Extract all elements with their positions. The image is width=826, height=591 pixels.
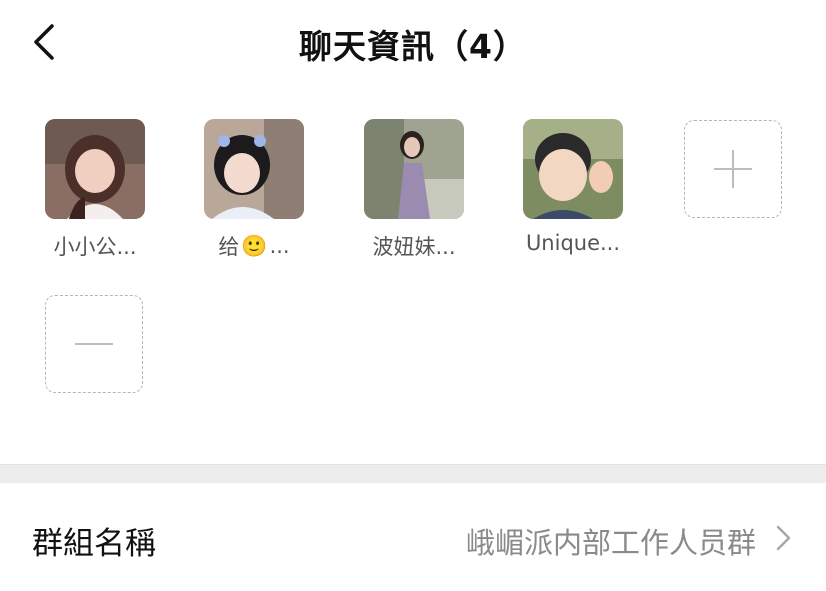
emoji-face-icon: 🙂: [241, 233, 268, 258]
group-name-label: 群組名稱: [32, 526, 156, 562]
member-name: 给 🙂 ...: [218, 233, 290, 260]
member-name: Unique...: [525, 231, 621, 255]
minus-icon: [75, 343, 113, 345]
remove-member-button[interactable]: [45, 295, 143, 393]
member-name: 波妞妹...: [372, 235, 456, 259]
add-member-button[interactable]: [684, 120, 782, 218]
plus-icon: [714, 150, 752, 188]
page-title: 聊天資訊（4）: [299, 27, 527, 66]
member-item[interactable]: Unique...: [508, 119, 638, 255]
avatar[interactable]: [364, 119, 464, 219]
chevron-right-icon: [776, 525, 791, 551]
avatar[interactable]: [204, 119, 304, 219]
member-name: 小小公...: [53, 235, 137, 259]
avatar[interactable]: [45, 119, 145, 219]
member-item[interactable]: 给 🙂 ...: [189, 119, 319, 261]
top-bar: 聊天資訊（4）: [0, 0, 826, 86]
member-item[interactable]: 小小公...: [30, 119, 160, 261]
section-divider: [0, 464, 826, 483]
group-name-row[interactable]: 群組名稱 峨嵋派内部工作人员群: [0, 482, 826, 591]
group-name-value: 峨嵋派内部工作人员群: [465, 526, 756, 560]
member-item[interactable]: 波妞妹...: [349, 119, 479, 261]
avatar[interactable]: [523, 119, 623, 219]
